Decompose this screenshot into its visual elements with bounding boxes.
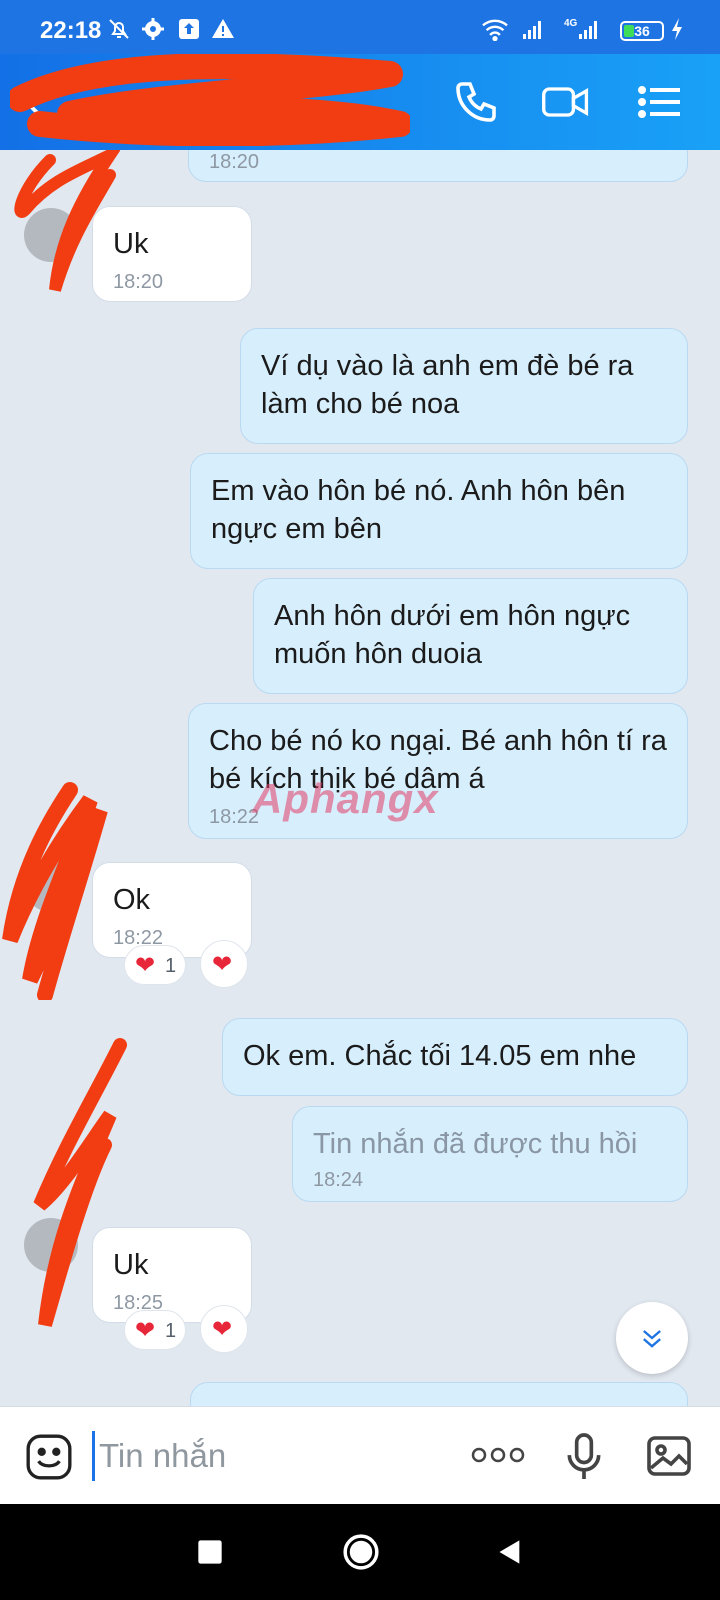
chat-header xyxy=(0,54,720,150)
message-time: 18:24 xyxy=(313,1169,364,1191)
message-list[interactable]: 18:20 Uk 18:20 Ví dụ vào là anh em đè bé… xyxy=(0,150,720,1406)
more-icon[interactable] xyxy=(470,1445,526,1465)
heart-icon: ❤ xyxy=(135,1317,156,1344)
message-text: Anh hôn dưới em hôn ngực muốn hôn duoia xyxy=(274,600,631,670)
message-text: Ok xyxy=(113,884,151,916)
warning-icon xyxy=(212,19,234,38)
message-text: Uk xyxy=(113,228,149,260)
reaction-count: 1 xyxy=(165,955,177,977)
reaction-count: 1 xyxy=(165,1320,177,1342)
message-time: 18:20 xyxy=(209,151,260,173)
redaction-scribble xyxy=(2,782,108,1000)
emoji-icon[interactable] xyxy=(24,1432,74,1482)
heart-icon: ❤ xyxy=(135,952,156,979)
message-input[interactable] xyxy=(92,1431,452,1481)
battery-indicator: 36 xyxy=(620,21,664,41)
scroll-to-bottom-button[interactable] xyxy=(616,1302,688,1374)
signal-icon xyxy=(523,21,541,39)
redaction-scribble xyxy=(14,150,120,292)
message-time: 18:20 xyxy=(113,271,164,293)
react-button[interactable]: ❤ xyxy=(200,940,248,988)
message-outgoing[interactable]: Anh hôn dưới em hôn ngực muốn hôn duoia xyxy=(253,578,688,694)
heart-icon: ❤ xyxy=(212,1316,233,1343)
redaction-scribble xyxy=(33,1038,127,1327)
double-chevron-down-icon xyxy=(643,1330,661,1348)
home-icon[interactable] xyxy=(342,1533,380,1571)
message-text: Ví dụ vào là anh em đè bé ra làm cho bé … xyxy=(261,350,634,420)
system-nav-bar xyxy=(0,1504,720,1600)
message-outgoing[interactable]: Ok em. Chắc tối 14.05 em nhe xyxy=(222,1018,688,1096)
menu-list-icon[interactable] xyxy=(636,78,684,126)
bell-off-icon xyxy=(109,19,129,39)
status-bar: 22:18 4G 36 xyxy=(0,0,720,54)
upload-icon xyxy=(179,19,199,39)
heart-icon: ❤ xyxy=(212,951,233,978)
message-recalled[interactable]: Tin nhắn đã được thu hồi 18:24 xyxy=(292,1106,688,1202)
message-text: Em vào hôn bé nó. Anh hôn bên ngực em bê… xyxy=(211,475,626,545)
image-icon[interactable] xyxy=(644,1432,694,1480)
status-time: 22:18 xyxy=(40,17,102,44)
back-icon[interactable] xyxy=(496,1537,524,1567)
message-outgoing[interactable]: 18:20 xyxy=(188,150,688,182)
message-composer xyxy=(0,1406,720,1504)
wifi-icon xyxy=(482,19,508,41)
gear-icon xyxy=(142,18,164,40)
microphone-icon[interactable] xyxy=(562,1431,606,1483)
battery-level: 36 xyxy=(634,23,650,39)
react-button[interactable]: ❤ xyxy=(200,1305,248,1353)
message-outgoing[interactable] xyxy=(190,1382,688,1406)
message-text: Tin nhắn đã được thu hồi xyxy=(313,1128,638,1160)
message-outgoing[interactable]: Em vào hôn bé nó. Anh hôn bên ngực em bê… xyxy=(190,453,688,569)
recents-icon[interactable] xyxy=(196,1538,224,1566)
video-call-icon[interactable] xyxy=(540,78,592,126)
message-outgoing[interactable]: Ví dụ vào là anh em đè bé ra làm cho bé … xyxy=(240,328,688,444)
charging-icon xyxy=(672,18,682,40)
reaction-summary[interactable]: ❤ 1 xyxy=(124,945,186,985)
watermark: Aphangx xyxy=(252,775,439,822)
signal-icon xyxy=(579,21,597,39)
redaction-scribble xyxy=(10,54,410,146)
message-text: Ok em. Chắc tối 14.05 em nhe xyxy=(243,1040,637,1072)
phone-icon[interactable] xyxy=(452,78,500,126)
